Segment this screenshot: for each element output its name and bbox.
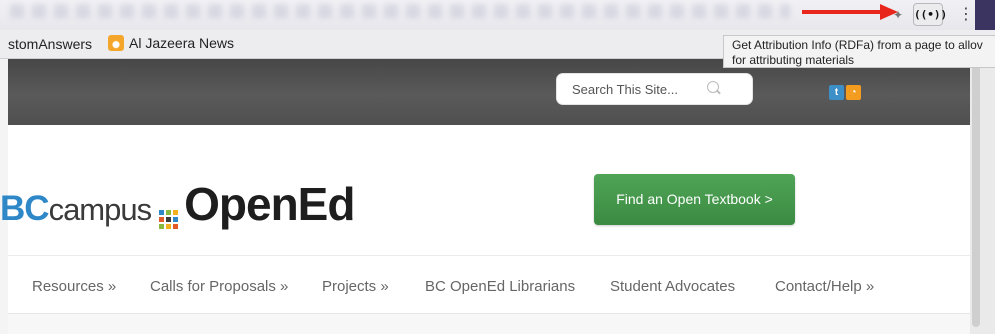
logo-campus: campus	[48, 192, 153, 227]
logo-dot	[159, 210, 165, 215]
screenshot-root: ✦ ((•)) ⋮ stomAnswers Al Jazeera News Se…	[0, 0, 995, 334]
logo-bc: BC	[0, 189, 50, 228]
content-area-top	[8, 313, 970, 334]
nav-item-resources[interactable]: Resources »	[32, 278, 116, 295]
bccampus-opened-logo[interactable]: BC campus OpenEd	[0, 177, 355, 237]
web-page: Search This Site... t ◔ BC campus OpenEd…	[0, 59, 970, 334]
browser-menu-icon[interactable]: ⋮	[958, 5, 974, 25]
tooltip-line-2: for attributing materials	[732, 53, 855, 67]
al-jazeera-icon	[108, 35, 124, 51]
blurred-tab-area	[10, 4, 790, 18]
tooltip-line-1: Get Attribution Info (RDFa) from a page …	[732, 38, 983, 52]
logo-dot	[166, 217, 172, 222]
main-navigation: Resources » Calls for Proposals » Projec…	[8, 255, 970, 314]
logo-dot	[159, 217, 165, 222]
annotation-arrow-icon	[802, 4, 898, 20]
rdfa-extension-icon[interactable]: ((•))	[913, 3, 947, 26]
logo-opened: OpenEd	[184, 178, 355, 230]
social-links: t ◔	[829, 85, 861, 100]
scrollbar[interactable]	[970, 59, 995, 334]
logo-dot	[173, 217, 179, 222]
logo-dot	[166, 224, 172, 229]
logo-dot	[159, 224, 165, 229]
bookmark-label: Al Jazeera News	[129, 35, 235, 51]
bookmark-customanswers[interactable]: stomAnswers	[8, 36, 92, 52]
search-icon[interactable]	[707, 81, 719, 93]
extension-tooltip: Get Attribution Info (RDFa) from a page …	[723, 35, 995, 68]
site-search-input[interactable]: Search This Site...	[556, 73, 753, 105]
bookmark-al-jazeera[interactable]: Al Jazeera News	[108, 35, 234, 51]
logo-dot	[166, 210, 172, 215]
browser-toolbar: ✦ ((•)) ⋮	[0, 0, 995, 30]
find-open-textbook-button[interactable]: Find an Open Textbook >	[594, 174, 795, 225]
nav-item-calls-for-proposals[interactable]: Calls for Proposals »	[150, 278, 288, 295]
twitter-icon[interactable]: t	[829, 85, 844, 100]
nav-item-projects[interactable]: Projects »	[322, 278, 389, 295]
branding-area: BC campus OpenEd Find an Open Textbook >	[0, 125, 970, 255]
rss-icon[interactable]: ◔	[846, 85, 861, 100]
nav-item-student-advocates[interactable]: Student Advocates	[610, 278, 735, 295]
logo-dot	[173, 210, 179, 215]
site-header: Search This Site... t ◔	[8, 59, 970, 125]
scrollbar-thumb[interactable]	[972, 65, 980, 327]
nav-item-contact-help[interactable]: Contact/Help »	[775, 278, 874, 295]
nav-item-bc-opened-librarians[interactable]: BC OpenEd Librarians	[425, 278, 575, 295]
logo-dots-icon	[159, 210, 179, 229]
search-placeholder: Search This Site...	[572, 82, 678, 97]
window-edge	[975, 0, 995, 30]
logo-dot	[173, 224, 179, 229]
